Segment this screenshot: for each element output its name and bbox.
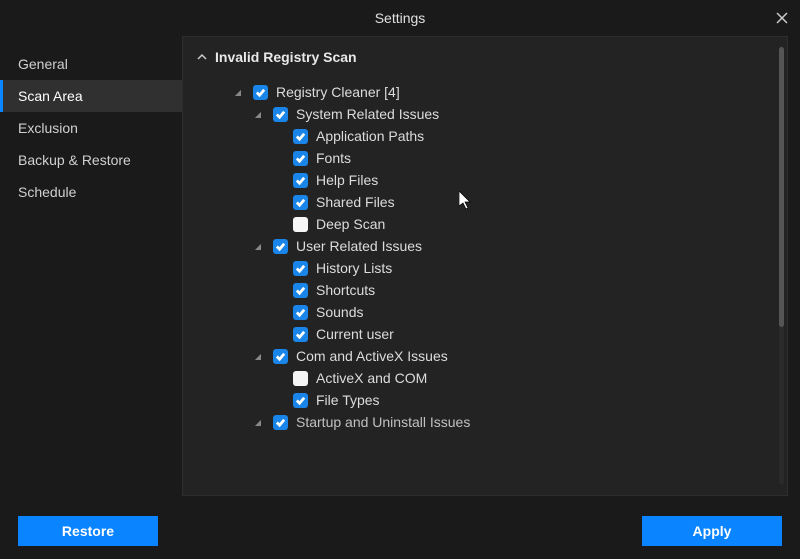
main-panel: Invalid Registry Scan ◢ Registry Cleaner… xyxy=(182,36,788,496)
checkbox[interactable] xyxy=(273,349,288,364)
collapse-icon[interactable]: ◢ xyxy=(251,418,265,427)
tree-node-help-files[interactable]: ·Help Files xyxy=(211,169,787,191)
sidebar-item-exclusion[interactable]: Exclusion xyxy=(0,112,182,144)
close-icon xyxy=(776,12,788,24)
checkbox[interactable] xyxy=(293,261,308,276)
sidebar-item-backup-restore[interactable]: Backup & Restore xyxy=(0,144,182,176)
close-button[interactable] xyxy=(772,8,792,28)
checkbox[interactable] xyxy=(293,393,308,408)
tree-node-com-activex-issues[interactable]: ◢ Com and ActiveX Issues xyxy=(211,345,787,367)
checkbox[interactable] xyxy=(253,85,268,100)
checkbox[interactable] xyxy=(293,371,308,386)
sidebar-item-general[interactable]: General xyxy=(0,48,182,80)
tree-node-shortcuts[interactable]: ·Shortcuts xyxy=(211,279,787,301)
restore-button[interactable]: Restore xyxy=(18,516,158,546)
tree-node-sounds[interactable]: ·Sounds xyxy=(211,301,787,323)
section-header-invalid-registry-scan[interactable]: Invalid Registry Scan xyxy=(183,37,787,77)
tree-node-file-types[interactable]: ·File Types xyxy=(211,389,787,411)
checkbox[interactable] xyxy=(273,239,288,254)
checkbox[interactable] xyxy=(293,173,308,188)
chevron-up-icon xyxy=(197,52,207,62)
checkbox[interactable] xyxy=(293,283,308,298)
checkbox[interactable] xyxy=(273,415,288,430)
tree-node-application-paths[interactable]: ·Application Paths xyxy=(211,125,787,147)
titlebar: Settings xyxy=(0,0,800,36)
collapse-icon[interactable]: ◢ xyxy=(251,352,265,361)
checkbox[interactable] xyxy=(293,129,308,144)
tree-node-history-lists[interactable]: ·History Lists xyxy=(211,257,787,279)
checkbox[interactable] xyxy=(273,107,288,122)
checkbox[interactable] xyxy=(293,327,308,342)
tree-node-user-related-issues[interactable]: ◢ User Related Issues xyxy=(211,235,787,257)
footer: Restore Apply xyxy=(0,503,800,559)
tree-node-system-related-issues[interactable]: ◢ System Related Issues xyxy=(211,103,787,125)
checkbox[interactable] xyxy=(293,217,308,232)
sidebar-item-schedule[interactable]: Schedule xyxy=(0,176,182,208)
window-title: Settings xyxy=(375,10,426,26)
checkbox[interactable] xyxy=(293,151,308,166)
collapse-icon[interactable]: ◢ xyxy=(251,242,265,251)
tree-node-deep-scan[interactable]: ·Deep Scan xyxy=(211,213,787,235)
tree-node-registry-cleaner[interactable]: ◢ Registry Cleaner [4] xyxy=(211,81,787,103)
tree-node-startup-uninstall-issues[interactable]: ◢ Startup and Uninstall Issues xyxy=(211,411,787,433)
apply-button[interactable]: Apply xyxy=(642,516,782,546)
tree-node-fonts[interactable]: ·Fonts xyxy=(211,147,787,169)
tree-node-shared-files[interactable]: ·Shared Files xyxy=(211,191,787,213)
tree-node-current-user[interactable]: ·Current user xyxy=(211,323,787,345)
checkbox[interactable] xyxy=(293,195,308,210)
checkbox[interactable] xyxy=(293,305,308,320)
sidebar-item-scan-area[interactable]: Scan Area xyxy=(0,80,182,112)
collapse-icon[interactable]: ◢ xyxy=(251,110,265,119)
collapse-icon[interactable]: ◢ xyxy=(231,88,245,97)
tree: ◢ Registry Cleaner [4] ◢ System Related … xyxy=(183,77,787,496)
section-title: Invalid Registry Scan xyxy=(215,49,357,65)
sidebar: General Scan Area Exclusion Backup & Res… xyxy=(0,36,182,496)
scrollbar-thumb[interactable] xyxy=(779,47,784,327)
tree-node-activex-com[interactable]: ·ActiveX and COM xyxy=(211,367,787,389)
